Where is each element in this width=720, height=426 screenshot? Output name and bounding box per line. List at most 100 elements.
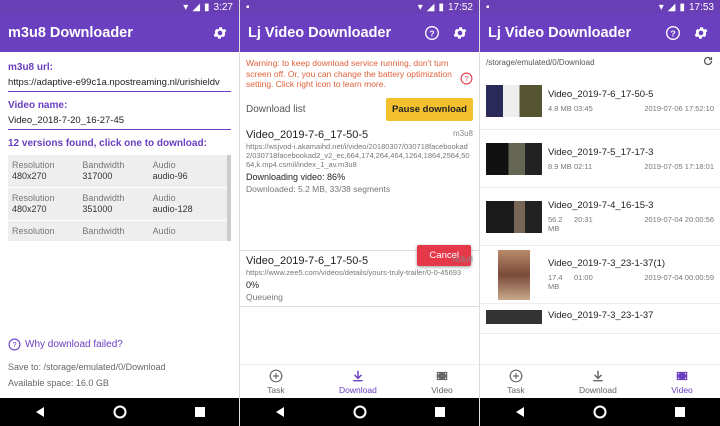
screen-video-list: ▪ ▾ ◢ ▮ 17:53 Lj Video Downloader ? /sto… (480, 0, 720, 426)
signal-icon: ◢ (426, 1, 435, 13)
film-icon (676, 371, 688, 380)
warning-help-icon[interactable]: ? (460, 72, 473, 88)
video-name: Video_2019-7-4_16-15-3 (548, 200, 654, 211)
url-label: m3u8 url: (8, 62, 54, 73)
video-item[interactable]: Video_2019-7-4_16-15-3 56.2 MB 20:31 2019-… (480, 188, 720, 246)
recents-icon[interactable] (432, 404, 448, 420)
app-title: Lj Video Downloader (488, 25, 632, 41)
url-input[interactable]: https://adaptive-e99c1a.npostreaming.nl/… (8, 73, 231, 92)
gear-icon[interactable] (209, 22, 231, 44)
system-nav-bar (480, 398, 720, 426)
nav-video[interactable]: Video (431, 369, 453, 395)
add-circle-icon (509, 369, 523, 382)
version-row[interactable]: Resolution Bandwidth Audio (8, 221, 227, 241)
video-name: Video_2019-7-3_23-1-37 (548, 310, 654, 321)
versions-label: 12 versions found, click one to download… (8, 138, 207, 149)
signal-icon: ◢ (192, 1, 201, 13)
task-progress: Downloaded: 5.2 MB, 33/38 segments (246, 183, 391, 194)
gear-icon[interactable] (449, 22, 471, 44)
task-name: Video_2019-7-6_17-50-5 (246, 128, 369, 141)
video-thumbnail (486, 200, 542, 233)
video-item[interactable]: Video_2019-7-3_23-1-37(1) 17.4 MB 01:00 20… (480, 246, 720, 304)
back-icon[interactable] (512, 404, 528, 420)
nav-task[interactable]: Task (267, 369, 285, 395)
status-time: 3:27 (213, 1, 233, 13)
wifi-icon: ▾ (417, 1, 423, 13)
task-url: https://www.zee5.com/videos/details/your… (246, 267, 462, 277)
help-link[interactable]: ? Why download failed? (8, 338, 123, 351)
home-icon[interactable] (112, 404, 128, 420)
recents-icon[interactable] (672, 404, 688, 420)
version-row[interactable]: Resolution 480x270 Bandwidth 351000 Audio a… (8, 188, 227, 221)
video-item[interactable]: Video_2019-7-6_17-50-5 4.8 MB 03:45 2019-0… (480, 72, 720, 130)
nav-download[interactable]: Download (579, 369, 617, 395)
back-icon[interactable] (32, 404, 48, 420)
version-row[interactable]: Resolution 480x270 Bandwidth 317000 Audio a… (8, 155, 227, 188)
download-task[interactable]: Video_2019-7-6_17-50-5 m3u8 https://www.… (240, 251, 479, 307)
video-thumbnail (486, 142, 542, 175)
status-bar: ▪ ▾ ◢ ▮ 17:52 (240, 0, 479, 14)
film-icon (436, 371, 448, 380)
wifi-icon: ▾ (183, 1, 189, 13)
task-url: https://wsjvod-i.akamaihd.net/i/video/20… (246, 141, 470, 169)
download-list-label: Download list (246, 103, 306, 115)
folder-path: /storage/emulated/0/Download (486, 57, 595, 67)
home-icon[interactable] (592, 404, 608, 420)
status-bar: ▪ ▾ ◢ ▮ 17:53 (480, 0, 720, 14)
svg-text:?: ? (429, 28, 434, 38)
video-item[interactable]: Video_2019-7-3_23-1-37 (480, 304, 720, 334)
system-nav-bar (0, 398, 239, 426)
help-icon: ? (8, 338, 21, 351)
battery-icon: ▮ (679, 1, 685, 13)
available-space: Available space: 16.0 GB (8, 378, 109, 388)
nav-video[interactable]: Video (671, 369, 693, 395)
gear-icon[interactable] (690, 22, 712, 44)
app-title: Lj Video Downloader (248, 25, 392, 41)
task-name: Video_2019-7-6_17-50-5 (246, 254, 369, 267)
task-status: 0% (246, 279, 260, 290)
download-task[interactable]: Video_2019-7-6_17-50-5 m3u8 https://wsjv… (240, 125, 479, 251)
download-icon (593, 370, 603, 381)
system-nav-bar (240, 398, 479, 426)
folder-path-bar: /storage/emulated/0/Download (480, 52, 720, 72)
video-thumbnail (486, 310, 542, 324)
video-name: Video_2019-7-6_17-50-5 (548, 88, 654, 100)
bottom-navigation: Task Download Video (240, 364, 479, 398)
status-time: 17:53 (688, 1, 714, 13)
help-icon[interactable]: ? (421, 22, 443, 44)
video-name: Video_2019-7-3_23-1-37(1) (548, 258, 666, 269)
bottom-navigation: Task Download Video (480, 364, 720, 398)
nav-download[interactable]: Download (339, 369, 377, 395)
recents-icon[interactable] (192, 404, 208, 420)
svg-text:?: ? (670, 28, 675, 38)
wifi-icon: ▾ (658, 1, 664, 13)
svg-text:?: ? (464, 74, 468, 83)
nav-task[interactable]: Task (507, 369, 525, 395)
download-icon (353, 370, 363, 381)
video-thumbnail (498, 249, 530, 300)
screen-m3u8-downloader: ▾ ◢ ▮ 3:27 m3u8 Downloader m3u8 url: htt… (0, 0, 240, 426)
download-list-header: Download list Pause download (240, 94, 479, 125)
back-icon[interactable] (272, 404, 288, 420)
status-time: 17:52 (447, 1, 473, 13)
task-progress: Queueing (246, 291, 283, 302)
app-title: m3u8 Downloader (8, 25, 133, 41)
video-name: Video_2019-7-5_17-17-3 (548, 146, 654, 158)
pause-download-button[interactable]: Pause download (386, 97, 473, 121)
task-format: m3u8 (452, 254, 473, 264)
app-bar: m3u8 Downloader (0, 14, 239, 52)
battery-icon: ▮ (438, 1, 444, 13)
battery-icon: ▮ (204, 1, 210, 13)
refresh-icon[interactable] (702, 55, 714, 69)
help-icon[interactable]: ? (662, 22, 684, 44)
add-circle-icon (269, 369, 283, 382)
status-bar: ▾ ◢ ▮ 3:27 (0, 0, 239, 14)
video-name-input[interactable]: Video_2018-7-20_16-27-45 (8, 111, 231, 130)
home-icon[interactable] (352, 404, 368, 420)
battery-warning: Warning: to keep download service runnin… (240, 52, 479, 94)
task-status: Downloading video: 86% (246, 171, 346, 182)
signal-icon: ◢ (667, 1, 676, 13)
app-bar: Lj Video Downloader ? (480, 14, 720, 52)
video-item[interactable]: Video_2019-7-5_17-17-3 8.9 MB 02:11 2019-0… (480, 130, 720, 188)
screen-download-list: ▪ ▾ ◢ ▮ 17:52 Lj Video Downloader ? Warn… (240, 0, 480, 426)
